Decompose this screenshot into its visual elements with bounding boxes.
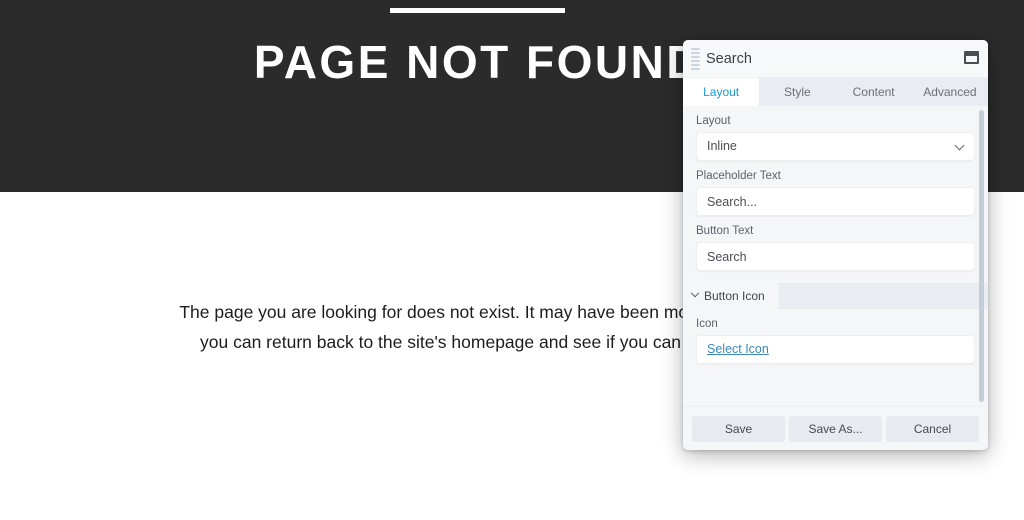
field-group-button-text: Button Text xyxy=(683,216,988,271)
panel-header[interactable]: Search xyxy=(683,40,988,78)
icon-field-label: Icon xyxy=(696,318,718,330)
placeholder-text-input[interactable] xyxy=(696,187,975,216)
layout-select[interactable]: Inline xyxy=(696,132,975,161)
drag-handle-icon[interactable] xyxy=(691,48,700,70)
panel-tab-bar: Layout Style Content Advanced xyxy=(683,78,988,106)
select-icon-link[interactable]: Select Icon xyxy=(707,336,964,363)
window-restore-icon[interactable] xyxy=(964,51,979,64)
tab-style[interactable]: Style xyxy=(759,78,835,106)
chevron-down-icon xyxy=(690,288,700,298)
field-group-icon: Icon Select Icon xyxy=(683,309,988,364)
tab-advanced[interactable]: Advanced xyxy=(912,78,988,106)
placeholder-text-field-label: Placeholder Text xyxy=(696,170,781,182)
section-tab-button-icon-label: Button Icon xyxy=(704,289,765,303)
field-group-layout: Layout Inline xyxy=(683,106,988,161)
panel-footer: Save Save As... Cancel xyxy=(683,406,988,450)
tab-layout[interactable]: Layout xyxy=(683,78,760,106)
save-button[interactable]: Save xyxy=(692,415,785,442)
icon-picker-control[interactable]: Select Icon xyxy=(696,335,975,364)
panel-scroll-body: Layout Inline Placeholder Text Button Te… xyxy=(683,106,988,416)
button-text-field-label: Button Text xyxy=(696,225,754,237)
button-text-input[interactable] xyxy=(696,242,975,271)
panel-scrollbar-thumb[interactable] xyxy=(979,110,984,402)
search-widget-editor-panel: Search Layout Style Content Advanced Lay… xyxy=(683,40,988,450)
panel-title: Search xyxy=(706,51,752,67)
chevron-down-icon xyxy=(954,140,965,151)
field-group-placeholder-text: Placeholder Text xyxy=(683,161,988,216)
cancel-button[interactable]: Cancel xyxy=(886,415,979,442)
page-root: PAGE NOT FOUND The page you are looking … xyxy=(0,0,1024,520)
layout-select-value: Inline xyxy=(707,139,737,153)
hero-divider-rule xyxy=(390,8,565,13)
panel-scrollbar-track[interactable] xyxy=(978,106,986,416)
tab-content[interactable]: Content xyxy=(836,78,912,106)
save-as-button[interactable]: Save As... xyxy=(789,415,882,442)
button-icon-section-tabrow: Button Icon xyxy=(683,283,988,309)
section-tab-button-icon[interactable]: Button Icon xyxy=(683,283,779,309)
layout-field-label: Layout xyxy=(696,115,731,127)
